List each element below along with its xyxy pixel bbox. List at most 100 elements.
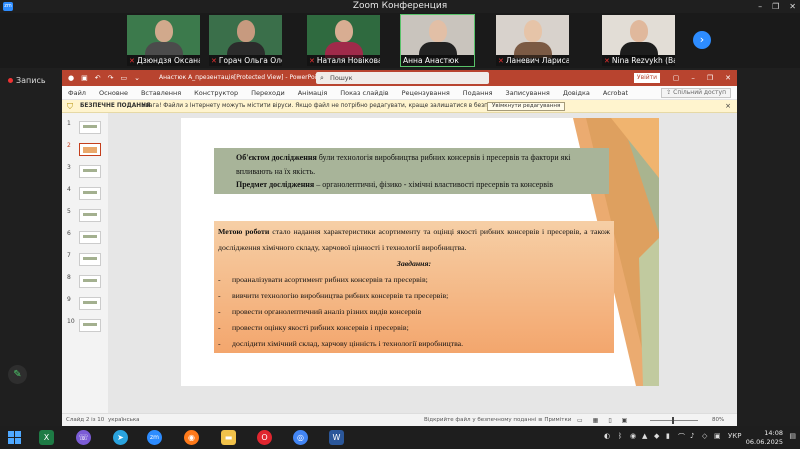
- close-bar-icon[interactable]: ×: [725, 100, 731, 113]
- slide-thumbnail[interactable]: 9: [65, 294, 105, 312]
- tray-icon[interactable]: ▣: [714, 432, 721, 440]
- zoom-tray-icon[interactable]: ◉: [630, 432, 636, 440]
- tab-home[interactable]: Основне: [93, 86, 135, 100]
- zoom-logo-icon: zm: [3, 2, 13, 11]
- tab-view[interactable]: Подання: [457, 86, 500, 100]
- zoom-slider-knob[interactable]: [672, 417, 674, 424]
- chrome-icon[interactable]: ◎: [293, 430, 308, 445]
- recording-indicator[interactable]: Запись: [8, 76, 46, 85]
- minimize-button[interactable]: –: [758, 0, 762, 13]
- enable-editing-button[interactable]: Увімкнути редагування: [487, 102, 566, 111]
- ppt-close-button[interactable]: ✕: [725, 70, 731, 86]
- next-page-button[interactable]: ›: [693, 31, 711, 49]
- slide-thumbnail[interactable]: 5: [65, 206, 105, 224]
- viber-icon[interactable]: ☏: [76, 430, 91, 445]
- windows-start-icon[interactable]: [8, 431, 21, 444]
- participant-tile[interactable]: ✕Nina Rezvykh (Babiy): [602, 15, 675, 66]
- autosave-icon[interactable]: ●: [68, 70, 74, 86]
- redo-icon[interactable]: ↷: [108, 70, 114, 86]
- participant-name: Горач Ольга Олексіївна: [218, 56, 282, 65]
- tab-help[interactable]: Довідка: [557, 86, 597, 100]
- shield-icon: ⛉: [67, 102, 73, 111]
- reading-view-icon[interactable]: ▯: [608, 417, 611, 424]
- file-explorer-icon[interactable]: ▬: [221, 430, 236, 445]
- taskbar-clock[interactable]: 14:08 06.06.2025: [746, 429, 783, 446]
- telegram-icon[interactable]: ➤: [113, 430, 128, 445]
- normal-view-icon[interactable]: ▭: [577, 417, 583, 424]
- restore-button[interactable]: ❐: [772, 0, 779, 13]
- notification-icon[interactable]: ▤: [789, 432, 796, 440]
- undo-icon[interactable]: ↶: [95, 70, 101, 86]
- search-icon: ⌕: [320, 74, 324, 82]
- search-box[interactable]: ⌕ Пошук: [316, 72, 489, 84]
- share-button[interactable]: ⇪ Спільний доступ: [661, 88, 731, 98]
- ppt-minimize-button[interactable]: –: [691, 70, 695, 86]
- zoom-left-rail: Запись ✎: [0, 68, 62, 426]
- slide-number: 8: [67, 274, 71, 281]
- language-indicator[interactable]: УКР: [728, 432, 741, 440]
- tab-acrobat[interactable]: Acrobat: [597, 86, 635, 100]
- tab-transitions[interactable]: Переходи: [245, 86, 292, 100]
- zoom-slider[interactable]: [650, 417, 698, 424]
- present-icon[interactable]: ▭: [120, 70, 127, 86]
- participant-tile-active[interactable]: Анна Анастюк: [400, 14, 475, 67]
- ribbon-display-icon[interactable]: ▢: [673, 70, 680, 86]
- object-label: Об'єктом дослідження: [236, 153, 317, 162]
- participant-tile[interactable]: ✕ Наталя Новікова: [307, 15, 380, 66]
- slide-preview: [79, 253, 101, 266]
- participant-tile[interactable]: ✕Горач Ольга Олексіївна: [209, 15, 282, 66]
- aim-text: стало надання характеристики асортименту…: [218, 227, 610, 252]
- current-slide[interactable]: Об'єктом дослідження були технологія вир…: [181, 118, 659, 386]
- excel-icon[interactable]: X: [39, 430, 54, 445]
- close-button[interactable]: ✕: [789, 0, 796, 13]
- tray-icon[interactable]: ▲: [642, 432, 647, 440]
- tray-icon[interactable]: ◆: [654, 432, 659, 440]
- ppt-maximize-button[interactable]: ❐: [707, 70, 713, 86]
- tab-slideshow[interactable]: Показ слайдів: [334, 86, 395, 100]
- subject-text: – органолептичні, фізико - хімічні власт…: [314, 180, 554, 189]
- slideshow-view-icon[interactable]: ▣: [622, 417, 628, 424]
- slide-number: 6: [67, 230, 71, 237]
- tray-icon[interactable]: ◇: [702, 432, 707, 440]
- slide-thumbnail[interactable]: 4: [65, 184, 105, 202]
- slide-number: 10: [67, 318, 75, 325]
- tray-icon[interactable]: ◐: [604, 432, 610, 440]
- tab-review[interactable]: Рецензування: [396, 86, 457, 100]
- slide-preview: [79, 275, 101, 288]
- network-icon[interactable]: ▮: [666, 432, 670, 440]
- participant-strip: ✕Дзюндзя Оксана ✕Горач Ольга Олексіївна …: [0, 13, 800, 68]
- slide-thumbnail[interactable]: 6: [65, 228, 105, 246]
- tab-file[interactable]: Файл: [68, 86, 93, 100]
- aim-tasks-box: Метою роботи стало надання характеристик…: [214, 221, 614, 353]
- opera-icon[interactable]: O: [257, 430, 272, 445]
- firefox-icon[interactable]: ◉: [184, 430, 199, 445]
- sign-in-button[interactable]: Увійти: [634, 73, 660, 83]
- customize-icon[interactable]: ⌄: [134, 70, 140, 86]
- slide-preview: [79, 187, 101, 200]
- record-dot-icon: [8, 78, 13, 83]
- tab-insert[interactable]: Вставлення: [135, 86, 188, 100]
- slide-number: 4: [67, 186, 71, 193]
- tab-animations[interactable]: Анімація: [292, 86, 335, 100]
- bluetooth-icon[interactable]: ᛒ: [618, 432, 622, 440]
- volume-icon[interactable]: ♪: [690, 432, 694, 440]
- tab-design[interactable]: Конструктор: [188, 86, 245, 100]
- slide-thumbnail[interactable]: 1: [65, 118, 105, 136]
- clock-time: 14:08: [764, 429, 783, 437]
- slide-thumbnail[interactable]: 3: [65, 162, 105, 180]
- slide-thumbnail[interactable]: 10: [65, 316, 105, 334]
- sorter-view-icon[interactable]: ▦: [593, 417, 599, 424]
- word-icon[interactable]: W: [329, 430, 344, 445]
- participant-tile[interactable]: ✕ Ланевич Лариса: [496, 15, 569, 66]
- tab-record[interactable]: Записування: [500, 86, 557, 100]
- slide-thumbnail[interactable]: 8: [65, 272, 105, 290]
- slide-thumbnail[interactable]: 7: [65, 250, 105, 268]
- participant-tile[interactable]: ✕ Дзюндзя Оксана: [127, 15, 200, 66]
- muted-mic-icon: ✕: [309, 57, 315, 65]
- tray-icon[interactable]: ⌒: [678, 432, 685, 442]
- slide-preview: [79, 231, 101, 244]
- annotate-pen-icon[interactable]: ✎: [8, 365, 27, 384]
- save-icon[interactable]: ▣: [81, 70, 88, 86]
- zoom-app-icon[interactable]: zm: [147, 430, 162, 445]
- slide-thumbnail-selected[interactable]: 2: [65, 140, 105, 158]
